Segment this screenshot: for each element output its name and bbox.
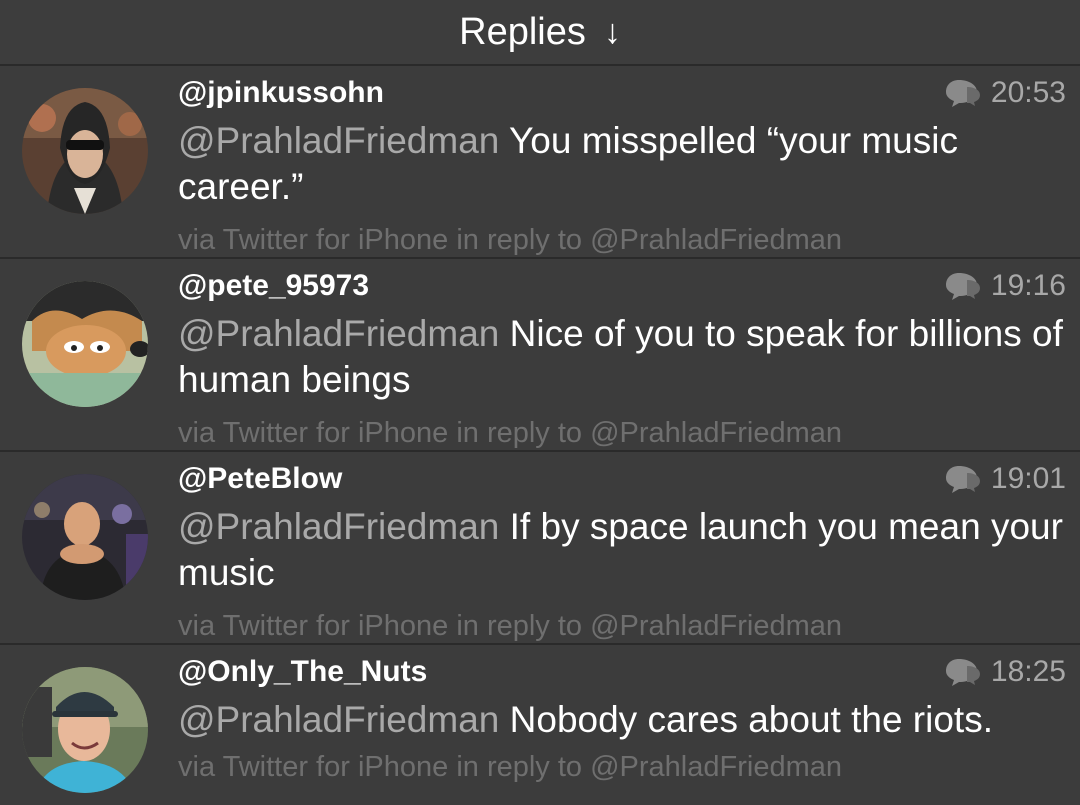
arrow-down-icon: ↓ [603,12,621,51]
conversation-icon [945,659,980,686]
via-line[interactable]: via Twitter for iPhone in reply to @Prah… [178,417,842,450]
time-text: 19:16 [990,269,1066,302]
mention-link[interactable]: @PrahladFriedman [178,506,499,547]
tweet-text: @PrahladFriedman You misspelled “your mu… [178,118,1066,210]
avatar[interactable] [22,474,148,600]
via-line[interactable]: via Twitter for iPhone in reply to @Prah… [178,751,842,784]
reply-item[interactable]: @pete_95973 19:16 @PrahladFriedman Nice … [0,259,1080,452]
reply-item[interactable]: @jpinkussohn 20:53 @PrahladFriedman You … [0,66,1080,259]
mention-link[interactable]: @PrahladFriedman [178,120,499,161]
time-text: 20:53 [990,76,1066,109]
username[interactable]: @jpinkussohn [178,76,384,110]
conversation-icon [945,80,980,107]
tweet-text: @PrahladFriedman Nice of you to speak fo… [178,311,1066,403]
timestamp: 18:25 [945,655,1066,689]
username[interactable]: @Only_The_Nuts [178,655,427,689]
username[interactable]: @PeteBlow [178,462,342,496]
via-line[interactable]: via Twitter for iPhone in reply to @Prah… [178,610,842,643]
conversation-icon [945,466,980,493]
time-text: 18:25 [990,655,1066,688]
tweet-text: @PrahladFriedman If by space launch you … [178,504,1066,596]
replies-list: @jpinkussohn 20:53 @PrahladFriedman You … [0,66,1080,805]
avatar[interactable] [22,88,148,214]
username[interactable]: @pete_95973 [178,269,369,303]
time-text: 19:01 [990,462,1066,495]
reply-item[interactable]: @PeteBlow 19:01 @PrahladFriedman If by s… [0,452,1080,645]
timestamp: 20:53 [945,76,1066,110]
replies-header[interactable]: Replies ↓ [0,0,1080,66]
mention-link[interactable]: @PrahladFriedman [178,699,499,740]
conversation-icon [945,273,980,300]
avatar[interactable] [22,667,148,793]
reply-item[interactable]: @Only_The_Nuts 18:25 @PrahladFriedman No… [0,645,1080,805]
header-title: Replies [459,10,586,53]
tweet-body: Nobody cares about the riots. [499,699,993,740]
mention-link[interactable]: @PrahladFriedman [178,313,499,354]
timestamp: 19:01 [945,462,1066,496]
timestamp: 19:16 [945,269,1066,303]
tweet-text: @PrahladFriedman Nobody cares about the … [178,697,1066,743]
avatar[interactable] [22,281,148,407]
via-line[interactable]: via Twitter for iPhone in reply to @Prah… [178,224,842,257]
